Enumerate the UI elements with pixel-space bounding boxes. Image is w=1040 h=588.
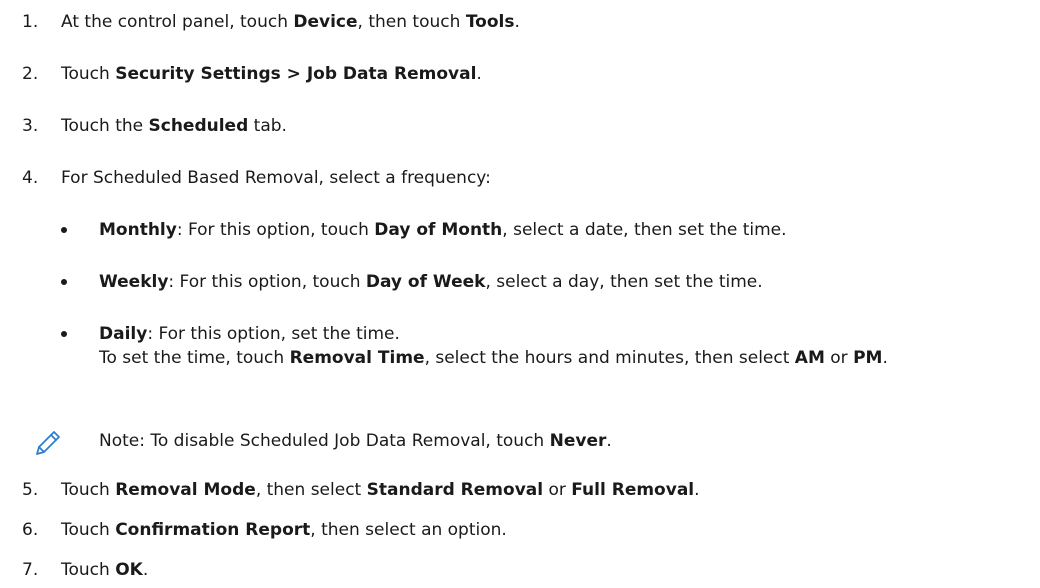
step-number: 4. — [22, 168, 39, 188]
bullet-icon — [61, 331, 67, 337]
option-text: Monthly: For this option, touch Day of M… — [99, 220, 787, 240]
bullet-icon — [61, 279, 67, 285]
option-text: Daily: For this option, set the time. — [99, 324, 400, 344]
bullet-icon — [61, 227, 67, 233]
step-text: At the control panel, touch Device, then… — [61, 12, 520, 32]
step-text: For Scheduled Based Removal, select a fr… — [61, 168, 491, 188]
step-number: 5. — [22, 480, 39, 500]
note-text: Note: To disable Scheduled Job Data Remo… — [99, 431, 612, 451]
time-instruction-text: To set the time, touch Removal Time, sel… — [99, 348, 888, 368]
step-text: Touch Security Settings > Job Data Remov… — [61, 64, 482, 84]
step-text: Touch the Scheduled tab. — [61, 116, 287, 136]
step-number: 7. — [22, 560, 39, 580]
step-text: Touch Removal Mode, then select Standard… — [61, 480, 700, 500]
step-text: Touch OK. — [61, 560, 149, 580]
step-number: 6. — [22, 520, 39, 540]
step-number: 1. — [22, 12, 39, 32]
step-number: 2. — [22, 64, 39, 84]
option-text: Weekly: For this option, touch Day of We… — [99, 272, 763, 292]
step-text: Touch Confirmation Report, then select a… — [61, 520, 507, 540]
pencil-icon — [36, 431, 60, 455]
step-number: 3. — [22, 116, 39, 136]
